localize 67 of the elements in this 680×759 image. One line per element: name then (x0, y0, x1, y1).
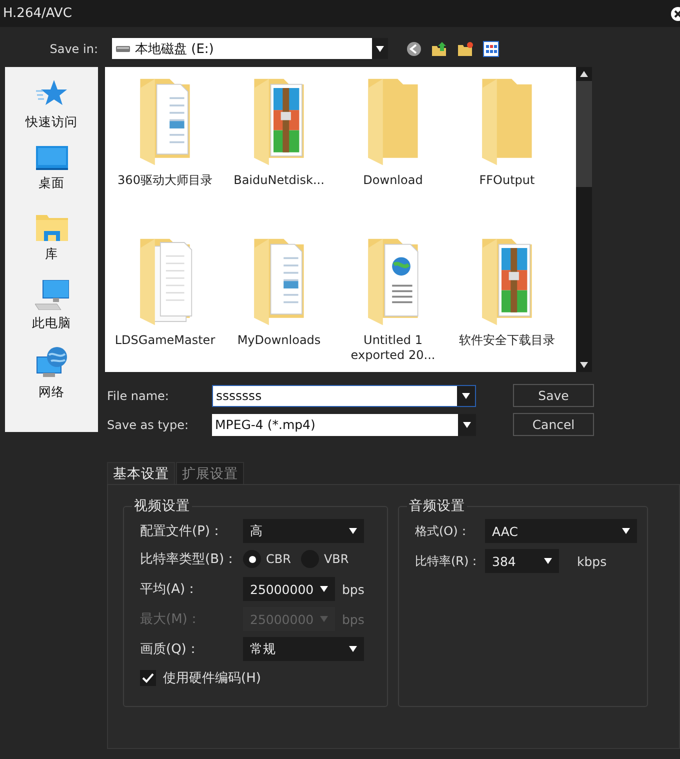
dropdown[interactable]: 384 (485, 549, 559, 573)
caret-icon (376, 46, 384, 52)
checkbox[interactable] (140, 670, 156, 686)
file-name[interactable]: Untitled 1 exported 20... (338, 333, 448, 363)
setting-label: 比特率(R)： (415, 552, 482, 570)
library-folder-icon (36, 213, 68, 241)
caret-icon (462, 392, 470, 398)
setting-label: 格式(O)： (415, 522, 471, 540)
place-label[interactable]: 桌面 (38, 175, 64, 192)
place-label[interactable]: 库 (45, 246, 58, 263)
save-in-dropdown[interactable]: 本地磁盘 (E:) (112, 38, 388, 59)
place-label[interactable]: 网络 (38, 384, 64, 401)
place-label[interactable]: 此电脑 (32, 315, 71, 332)
drive-icon (116, 44, 130, 52)
caret-icon (349, 528, 357, 534)
radio-option[interactable]: CBR (243, 550, 291, 568)
setting-label: 最大(M)： (140, 611, 202, 628)
group-title: 音频设置 (408, 497, 466, 515)
place-label[interactable]: 快速访问 (26, 114, 78, 131)
computer-icon (34, 280, 68, 310)
view-menu-icon[interactable] (483, 40, 499, 56)
caret-icon (463, 422, 471, 428)
file-name[interactable]: LDSGameMaster (110, 333, 220, 348)
tab[interactable]: 基本设置 (107, 462, 175, 484)
checkbox-label[interactable]: 使用硬件编码(H) (163, 669, 261, 687)
caret-icon (320, 616, 328, 622)
file-name[interactable]: FFOutput (452, 173, 562, 188)
file-name[interactable]: BaiduNetdisk... (224, 173, 334, 188)
caret-icon (544, 558, 552, 564)
tab[interactable]: 扩展设置 (176, 462, 244, 484)
group-title: 视频设置 (133, 497, 191, 515)
unit-label: bps (342, 582, 364, 596)
dropdown[interactable]: 25000000 (243, 577, 335, 601)
monitor-icon (36, 146, 68, 170)
setting-label: 画质(Q)： (140, 641, 200, 658)
file-name[interactable]: 软件安全下载目录 (452, 333, 562, 348)
back-icon[interactable] (406, 40, 422, 56)
scrollbar[interactable] (576, 67, 592, 372)
setting-label: 比特率类型(B)： (140, 551, 238, 568)
up-folder-icon[interactable] (431, 40, 448, 56)
window-title: H.264/AVC (2, 6, 72, 21)
file-name-label: File name: (107, 388, 170, 402)
file-name[interactable]: 360驱动大师目录 (110, 173, 220, 188)
caret-icon (349, 646, 357, 652)
file-name[interactable]: Download (338, 173, 448, 188)
radio-option[interactable]: VBR (300, 550, 349, 568)
save-as-type-dropdown[interactable]: MPEG-4 (*.mp4) (212, 414, 476, 436)
caret-icon (622, 528, 630, 534)
caret-icon (320, 586, 328, 592)
save-as-type-label: Save as type: (107, 418, 190, 432)
scroll-down-icon[interactable] (580, 362, 588, 368)
cancel-button[interactable]: Cancel (513, 413, 594, 436)
unit-label: bps (342, 612, 364, 626)
dropdown[interactable]: 常规 (243, 637, 364, 661)
scroll-up-icon[interactable] (580, 71, 588, 77)
network-globe-icon (34, 347, 68, 379)
unit-label: kbps (577, 554, 607, 568)
save-in-label: Save in: (48, 42, 98, 56)
file-name-field[interactable]: sssssss (212, 384, 476, 406)
setting-label: 配置文件(P)： (140, 523, 224, 540)
save-button[interactable]: Save (513, 384, 594, 407)
dropdown[interactable]: AAC (485, 519, 637, 543)
new-folder-icon[interactable] (457, 40, 474, 56)
setting-label: 平均(A)： (140, 581, 200, 598)
dropdown[interactable]: 高 (243, 519, 364, 543)
radio-button[interactable] (243, 550, 261, 568)
file-name[interactable]: MyDownloads (224, 333, 334, 348)
